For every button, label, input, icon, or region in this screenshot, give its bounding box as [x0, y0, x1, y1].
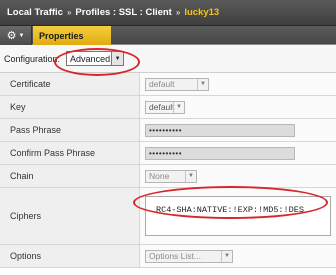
- breadcrumb-separator: »: [175, 8, 181, 17]
- row-pass-phrase: Pass Phrase ••••••••••: [0, 119, 336, 142]
- row-certificate: Certificate default ▼: [0, 73, 336, 96]
- options-value: Options List...: [149, 251, 201, 261]
- row-chain: Chain None ▼: [0, 165, 336, 188]
- chain-label: Chain: [0, 165, 140, 187]
- row-options: Options Options List... ▼: [0, 245, 336, 268]
- gear-icon: ⚙: [6, 30, 17, 42]
- tab-bar: ⚙ ▼ Properties: [0, 26, 336, 45]
- confirm-pass-phrase-input[interactable]: ••••••••••: [145, 146, 295, 160]
- chevron-down-icon: ▼: [173, 101, 184, 113]
- key-label: Key: [0, 96, 140, 118]
- certificate-select[interactable]: default ▼: [145, 77, 209, 91]
- breadcrumb-separator: »: [66, 8, 72, 17]
- properties-table: Certificate default ▼ Key default ▼ Pass…: [0, 72, 336, 268]
- breadcrumb-local-traffic[interactable]: Local Traffic: [7, 7, 63, 18]
- configuration-label: Configuration:: [4, 53, 61, 64]
- configuration-value: Advanced: [70, 53, 111, 64]
- row-ciphers: Ciphers RC4-SHA:NATIVE:!EXP:!MD5:!DES: [0, 188, 336, 245]
- chain-value: None: [149, 171, 170, 181]
- chevron-down-icon: ▼: [185, 170, 196, 182]
- ciphers-textarea[interactable]: RC4-SHA:NATIVE:!EXP:!MD5:!DES: [145, 196, 331, 236]
- chevron-down-icon: ▼: [18, 32, 25, 39]
- breadcrumb-profiles-ssl-client[interactable]: Profiles : SSL : Client: [75, 7, 171, 18]
- confirm-pass-phrase-label: Confirm Pass Phrase: [0, 142, 140, 164]
- tab-properties[interactable]: Properties: [33, 26, 111, 45]
- pass-phrase-label: Pass Phrase: [0, 119, 140, 141]
- row-confirm-pass-phrase: Confirm Pass Phrase ••••••••••: [0, 142, 336, 165]
- chevron-down-icon: ▼: [197, 78, 208, 90]
- chevron-down-icon: ▼: [111, 52, 124, 65]
- ciphers-label: Ciphers: [0, 188, 140, 244]
- certificate-value: default: [149, 79, 175, 89]
- breadcrumb-current: lucky13: [184, 7, 220, 18]
- chevron-down-icon: ▼: [221, 250, 232, 262]
- gear-menu-button[interactable]: ⚙ ▼: [0, 26, 32, 45]
- options-label: Options: [0, 245, 140, 267]
- options-select[interactable]: Options List... ▼: [145, 249, 233, 263]
- certificate-label: Certificate: [0, 73, 140, 95]
- chain-select[interactable]: None ▼: [145, 169, 197, 183]
- breadcrumb: Local Traffic » Profiles : SSL : Client …: [0, 0, 336, 26]
- key-value: default: [149, 102, 175, 112]
- configuration-row: Configuration: Advanced ▼: [0, 45, 336, 72]
- key-select[interactable]: default ▼: [145, 100, 185, 114]
- pass-phrase-input[interactable]: ••••••••••: [145, 123, 295, 137]
- configuration-select[interactable]: Advanced ▼: [66, 51, 125, 66]
- row-key: Key default ▼: [0, 96, 336, 119]
